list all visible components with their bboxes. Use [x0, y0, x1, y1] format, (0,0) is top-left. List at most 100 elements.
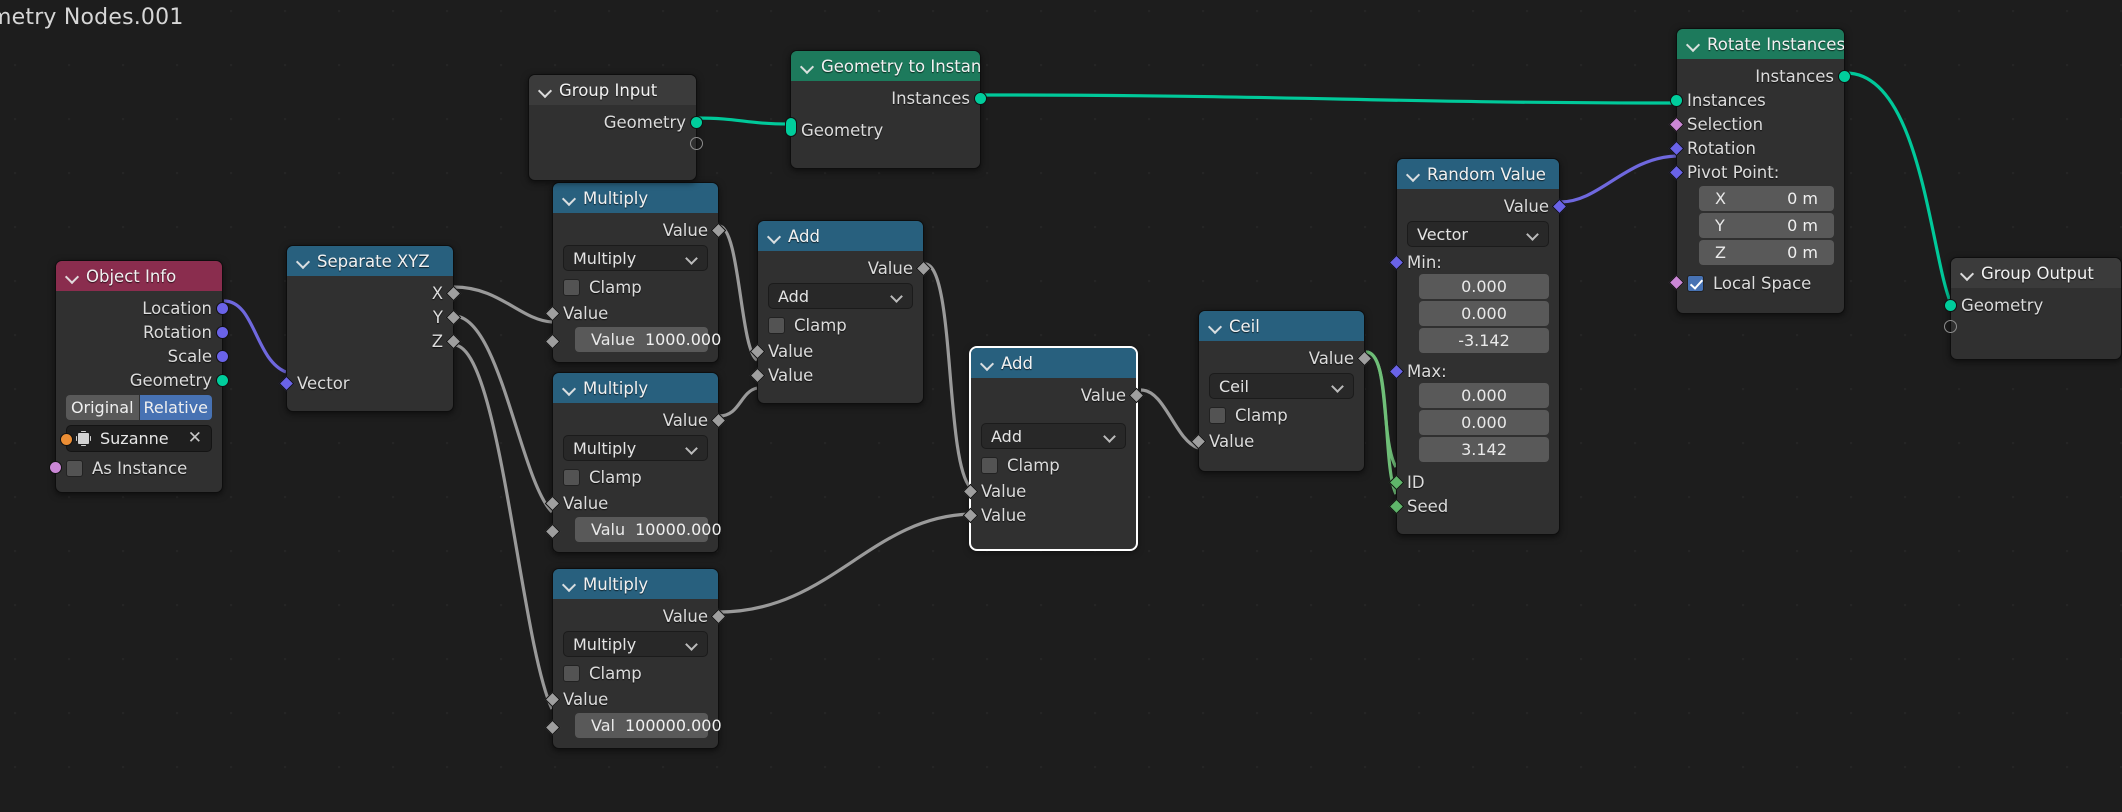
- collapse-caret-icon[interactable]: [768, 230, 780, 242]
- socket-value-in-1[interactable]: [749, 343, 766, 359]
- clamp-row[interactable]: Clamp: [768, 315, 913, 335]
- clamp-row[interactable]: Clamp: [563, 277, 708, 297]
- socket-value-out[interactable]: [1356, 350, 1373, 366]
- socket-pivot-point[interactable]: [1668, 164, 1685, 180]
- collapse-caret-icon[interactable]: [1209, 320, 1221, 332]
- output-socket-row-scale[interactable]: Scale: [56, 346, 229, 366]
- socket-value-out[interactable]: [710, 222, 727, 238]
- node-header-add-1[interactable]: Add: [758, 221, 923, 251]
- node-header-random-value[interactable]: Random Value: [1397, 159, 1559, 189]
- operation-dropdown[interactable]: Multiply: [563, 631, 708, 657]
- node-header-rotate-instances[interactable]: Rotate Instances: [1677, 29, 1844, 59]
- min-label-row[interactable]: Min:: [1388, 252, 1549, 272]
- node-rotate-instances[interactable]: Rotate Instances Instances Instances Sel…: [1668, 28, 1851, 314]
- output-socket-row-instances[interactable]: Instances: [1677, 66, 1851, 86]
- collapse-caret-icon[interactable]: [563, 192, 575, 204]
- operation-dropdown[interactable]: Add: [981, 423, 1126, 449]
- socket-value-in-2[interactable]: [962, 507, 979, 523]
- input-socket-row-value[interactable]: Value: [1190, 431, 1364, 451]
- node-multiply-1[interactable]: Multiply Value Multiply Clamp Value Valu…: [544, 182, 727, 363]
- operation-dropdown-wrapper[interactable]: Add: [981, 423, 1126, 449]
- output-socket-row-location[interactable]: Location: [56, 298, 229, 318]
- socket-instances-out[interactable]: [1838, 69, 1851, 83]
- node-header-geometry-to-instance[interactable]: Geometry to Instance: [791, 51, 980, 81]
- clamp-checkbox[interactable]: [563, 664, 580, 682]
- node-header-separate-xyz[interactable]: Separate XYZ: [287, 246, 453, 276]
- node-group-output[interactable]: Group Output Geometry: [1944, 257, 2122, 360]
- operation-dropdown[interactable]: Add: [768, 283, 913, 309]
- output-socket-row-z[interactable]: Z: [287, 331, 462, 351]
- pivot-vector-fields[interactable]: X 0 m Y 0 m Z 0 m: [1699, 186, 1834, 265]
- socket-geometry-out[interactable]: [690, 115, 703, 129]
- collapse-caret-icon[interactable]: [297, 255, 309, 267]
- clamp-checkbox[interactable]: [768, 316, 785, 334]
- socket-instances-in[interactable]: [1670, 93, 1683, 107]
- collapse-caret-icon[interactable]: [981, 357, 993, 369]
- input-socket-row-vector[interactable]: Vector: [278, 373, 453, 393]
- node-ceil[interactable]: Ceil Value Ceil Clamp Value: [1190, 310, 1373, 472]
- output-socket-row-value[interactable]: Value: [553, 410, 727, 430]
- node-add-2[interactable]: Add Value Add Clamp Value Value: [962, 347, 1145, 550]
- socket-extend[interactable]: [690, 136, 703, 150]
- output-socket-row-extend[interactable]: [529, 136, 703, 150]
- clamp-row[interactable]: Clamp: [563, 467, 708, 487]
- min-z-field[interactable]: -3.142: [1419, 328, 1549, 353]
- min-x-field[interactable]: 0.000: [1419, 274, 1549, 299]
- socket-as-instance[interactable]: [49, 461, 62, 474]
- object-selector-field[interactable]: Suzanne ✕: [60, 425, 212, 452]
- output-socket-row-rotation[interactable]: Rotation: [56, 322, 229, 342]
- socket-geometry-in[interactable]: [1944, 298, 1957, 312]
- socket-value-in-1[interactable]: [544, 495, 561, 511]
- node-editor-canvas[interactable]: metry Nodes.001 Object Info Location Rot…: [0, 0, 2122, 812]
- operation-dropdown[interactable]: Multiply: [563, 435, 708, 461]
- operation-dropdown-wrapper[interactable]: Multiply: [563, 631, 708, 657]
- operation-dropdown-wrapper[interactable]: Multiply: [563, 245, 708, 271]
- socket-id[interactable]: [1388, 474, 1405, 490]
- toggle-relative[interactable]: Relative: [139, 395, 212, 420]
- value-number-field[interactable]: Val 100000.000: [575, 713, 722, 738]
- input-socket-row-value-1[interactable]: Value: [962, 481, 1136, 501]
- socket-min[interactable]: [1388, 254, 1405, 271]
- clamp-row[interactable]: Clamp: [1209, 405, 1354, 425]
- socket-value-out[interactable]: [710, 608, 727, 624]
- input-socket-row-selection[interactable]: Selection: [1668, 114, 1844, 134]
- output-socket-row-value[interactable]: Value: [1397, 196, 1568, 216]
- input-socket-row-id[interactable]: ID: [1388, 472, 1559, 492]
- socket-geometry-multi-in[interactable]: [785, 117, 798, 137]
- socket-rotation[interactable]: [1668, 140, 1685, 156]
- operation-dropdown-wrapper[interactable]: Add: [768, 283, 913, 309]
- input-socket-row-extend[interactable]: [1944, 319, 2121, 333]
- node-multiply-3[interactable]: Multiply Value Multiply Clamp Value Val …: [544, 568, 727, 749]
- output-socket-row-y[interactable]: Y: [287, 307, 462, 327]
- data-type-dropdown[interactable]: Vector: [1407, 221, 1549, 247]
- node-multiply-2[interactable]: Multiply Value Multiply Clamp Value Valu…: [544, 372, 727, 553]
- socket-x[interactable]: [445, 285, 462, 301]
- output-socket-row-value[interactable]: Value: [553, 606, 727, 626]
- as-instance-row[interactable]: As Instance: [49, 458, 212, 478]
- input-socket-row-pivot-point[interactable]: Pivot Point:: [1668, 162, 1844, 182]
- node-header-group-output[interactable]: Group Output: [1951, 258, 2121, 288]
- node-add-1[interactable]: Add Value Add Clamp Value Value: [749, 220, 932, 404]
- socket-vector[interactable]: [278, 375, 295, 391]
- node-header-ceil[interactable]: Ceil: [1199, 311, 1364, 341]
- node-header-object-info[interactable]: Object Info: [56, 261, 222, 291]
- socket-value-out[interactable]: [1128, 387, 1145, 403]
- local-space-row[interactable]: Local Space: [1668, 273, 1834, 293]
- node-header-multiply-2[interactable]: Multiply: [553, 373, 718, 403]
- clamp-row[interactable]: Clamp: [563, 663, 708, 683]
- input-socket-row-geometry[interactable]: Geometry: [785, 117, 980, 140]
- data-type-dropdown-wrapper[interactable]: Vector: [1407, 221, 1549, 247]
- node-separate-xyz[interactable]: Separate XYZ X Y Z Vector: [278, 245, 462, 412]
- input-socket-row-value-1[interactable]: Value: [544, 493, 718, 513]
- max-vector-fields[interactable]: 0.000 0.000 3.142: [1419, 383, 1549, 462]
- collapse-caret-icon[interactable]: [1687, 38, 1699, 50]
- input-socket-row-rotation[interactable]: Rotation: [1668, 138, 1844, 158]
- collapse-caret-icon[interactable]: [563, 578, 575, 590]
- node-group-input[interactable]: Group Input Geometry: [528, 74, 703, 181]
- socket-value-in-1[interactable]: [544, 691, 561, 707]
- socket-value-in-2[interactable]: [749, 367, 766, 383]
- socket-value-in[interactable]: [1190, 433, 1207, 449]
- clamp-row[interactable]: Clamp: [981, 455, 1126, 475]
- clamp-checkbox[interactable]: [981, 456, 998, 474]
- max-z-field[interactable]: 3.142: [1419, 437, 1549, 462]
